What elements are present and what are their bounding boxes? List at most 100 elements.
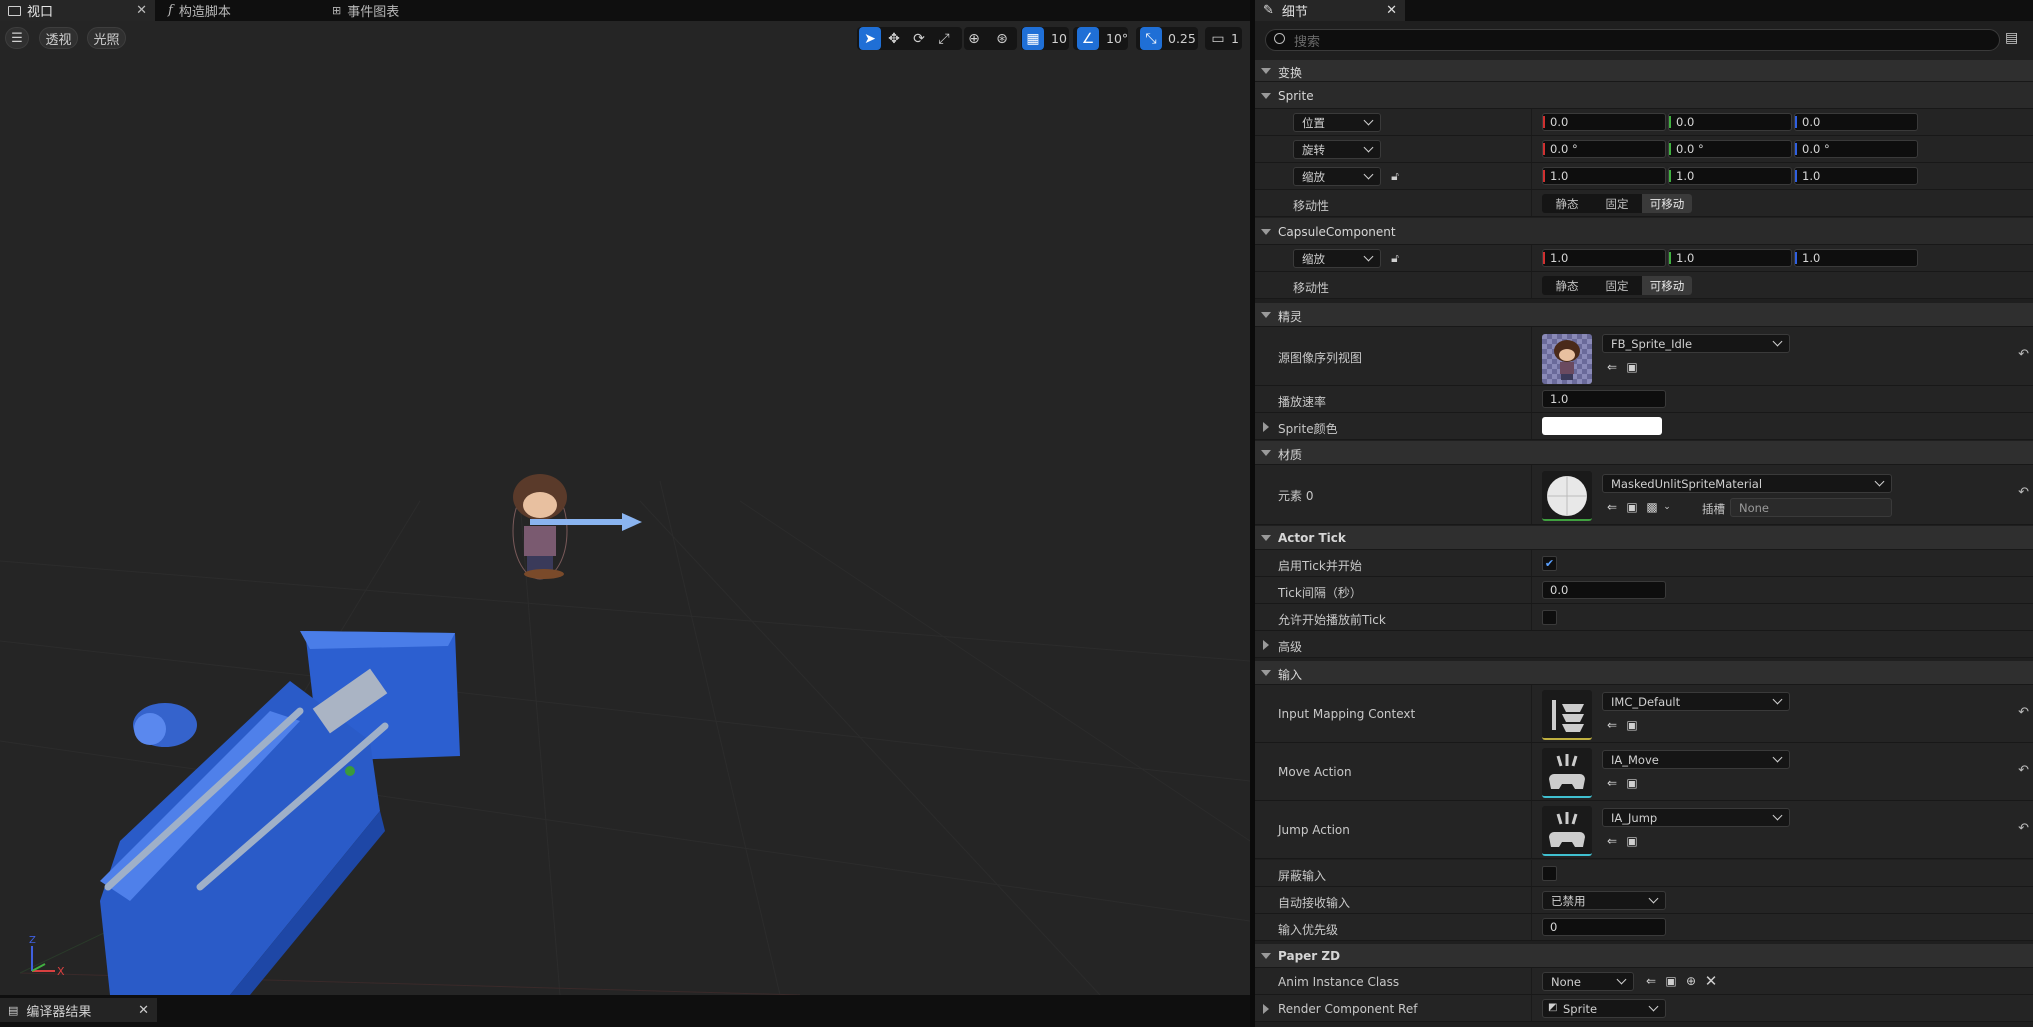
source-flipbook-dropdown[interactable]: FB_Sprite_Idle [1602, 334, 1790, 353]
use-selected-icon[interactable]: ⇐ [1605, 834, 1619, 848]
flipbook-thumbnail[interactable] [1542, 334, 1592, 384]
rotation-mode-dropdown[interactable]: 旋转 [1293, 140, 1381, 159]
use-selected-icon[interactable]: ⇐ [1605, 718, 1619, 732]
sprite-color-swatch[interactable] [1542, 417, 1662, 435]
checker-icon[interactable]: ▩ [1645, 500, 1659, 514]
capsule-scale-y-field[interactable]: 1.0 [1668, 249, 1792, 267]
location-y-field[interactable]: 0.0 [1668, 113, 1792, 131]
tab-compiler-results[interactable]: ▤ 编译器结果 ✕ [0, 998, 157, 1022]
section-sprite[interactable]: 精灵 [1255, 303, 2033, 327]
grid-snap-value[interactable]: 10 [1051, 27, 1067, 50]
capsule-mobility-static-option[interactable]: 静态 [1542, 276, 1592, 295]
browse-asset-icon[interactable]: ▣ [1625, 776, 1639, 790]
close-icon[interactable]: ✕ [1386, 3, 1397, 18]
scale-y-field[interactable]: 1.0 [1668, 167, 1792, 185]
rotation-x-field[interactable]: 0.0 ° [1542, 140, 1666, 158]
slot-field[interactable]: None [1730, 498, 1892, 517]
jump-action-dropdown[interactable]: IA_Jump [1602, 808, 1790, 827]
table-view-icon[interactable]: ▤ [2005, 30, 2018, 46]
lock-icon[interactable]: 🔓︎ [1388, 169, 1402, 183]
reset-to-default-icon[interactable]: ↶ [2018, 347, 2029, 362]
browse-asset-icon[interactable]: ▣ [1664, 974, 1678, 988]
rotation-snap-value[interactable]: 10° [1106, 27, 1128, 50]
tick-interval-field[interactable]: 0.0 [1542, 581, 1666, 599]
tab-construction-script[interactable]: f 构造脚本 [160, 0, 330, 21]
section-capsule[interactable]: CapsuleComponent [1255, 218, 2033, 245]
material-dropdown[interactable]: MaskedUnlitSpriteMaterial [1602, 474, 1892, 493]
close-icon[interactable]: ✕ [136, 3, 147, 18]
reset-to-default-icon[interactable]: ↶ [2018, 763, 2029, 778]
move-tool-icon[interactable]: ✥ [883, 27, 905, 50]
capsule-scale-x-field[interactable]: 1.0 [1542, 249, 1666, 267]
start-tick-checkbox[interactable]: ✔ [1542, 556, 1557, 571]
location-mode-dropdown[interactable]: 位置 [1293, 113, 1381, 132]
move-action-thumbnail[interactable] [1542, 748, 1592, 798]
move-action-dropdown[interactable]: IA_Move [1602, 750, 1790, 769]
section-sprite-transform[interactable]: Sprite [1255, 82, 2033, 109]
expand-icon[interactable] [1263, 422, 1269, 432]
reset-to-default-icon[interactable]: ↶ [2018, 821, 2029, 836]
rotation-y-field[interactable]: 0.0 ° [1668, 140, 1792, 158]
reset-to-default-icon[interactable]: ↶ [2018, 705, 2029, 720]
tab-event-graph[interactable]: ⊞ 事件图表 [324, 0, 464, 21]
anim-class-dropdown[interactable]: None [1542, 972, 1634, 991]
rotation-snap-icon[interactable]: ∠ [1077, 27, 1099, 50]
imc-dropdown[interactable]: IMC_Default [1602, 692, 1790, 711]
chevron-down-icon[interactable]: ⌄ [1660, 500, 1674, 514]
capsule-mobility-stationary-option[interactable]: 固定 [1592, 276, 1642, 295]
reset-to-default-icon[interactable]: ↶ [2018, 485, 2029, 500]
grid-snap-icon[interactable]: ▦ [1022, 27, 1044, 50]
section-material[interactable]: 材质 [1255, 441, 2033, 465]
browse-asset-icon[interactable]: ▣ [1625, 834, 1639, 848]
capsule-scale-mode-dropdown[interactable]: 缩放 [1293, 249, 1381, 268]
capsule-mobility-movable-option[interactable]: 可移动 [1642, 276, 1692, 295]
section-input[interactable]: 输入 [1255, 661, 2033, 685]
use-selected-icon[interactable]: ⇐ [1605, 360, 1619, 374]
block-input-checkbox[interactable] [1542, 866, 1557, 881]
camera-icon[interactable]: ▭ [1207, 27, 1229, 50]
browse-asset-icon[interactable]: ▣ [1625, 500, 1639, 514]
scale-z-field[interactable]: 1.0 [1794, 167, 1918, 185]
section-paper-zd[interactable]: Paper ZD [1255, 944, 2033, 968]
scale-snap-icon[interactable]: ⤡ [1140, 27, 1162, 50]
lighting-button[interactable]: 光照 [87, 27, 126, 49]
tick-before-play-checkbox[interactable] [1542, 610, 1557, 625]
use-selected-icon[interactable]: ⇐ [1605, 776, 1619, 790]
location-z-field[interactable]: 0.0 [1794, 113, 1918, 131]
browse-asset-icon[interactable]: ▣ [1625, 718, 1639, 732]
browse-asset-icon[interactable]: ▣ [1625, 360, 1639, 374]
tab-viewport[interactable]: 视口 ✕ [0, 0, 155, 21]
lock-icon[interactable]: 🔓︎ [1388, 251, 1402, 265]
camera-speed-value[interactable]: 1 [1231, 27, 1239, 50]
viewport[interactable]: X Z ☰ 透视 光照 ➤ ✥ ⟳ ⤢ ⊕ ⊛ ▦ 10 ∠ 10° ⤡ 0.2… [0, 21, 1250, 995]
capsule-scale-z-field[interactable]: 1.0 [1794, 249, 1918, 267]
scale-tool-icon[interactable]: ⤢ [933, 27, 955, 50]
use-selected-icon[interactable]: ⇐ [1605, 500, 1619, 514]
add-icon[interactable]: ⊕ [1684, 974, 1698, 988]
clear-icon[interactable]: ✕ [1704, 972, 1718, 990]
search-input[interactable]: 搜索 [1265, 29, 2000, 51]
material-thumbnail[interactable] [1542, 471, 1592, 521]
rotation-z-field[interactable]: 0.0 ° [1794, 140, 1918, 158]
scale-x-field[interactable]: 1.0 [1542, 167, 1666, 185]
mobility-stationary-option[interactable]: 固定 [1592, 194, 1642, 213]
row-advanced[interactable]: 高级 [1255, 631, 2033, 658]
section-actor-tick[interactable]: Actor Tick [1255, 526, 2033, 550]
select-tool-icon[interactable]: ➤ [859, 27, 881, 50]
scale-snap-value[interactable]: 0.25 [1168, 27, 1196, 50]
auto-receive-dropdown[interactable]: 已禁用 [1542, 891, 1666, 910]
location-x-field[interactable]: 0.0 [1542, 113, 1666, 131]
jump-action-thumbnail[interactable] [1542, 806, 1592, 856]
imc-thumbnail[interactable] [1542, 690, 1592, 740]
rotate-tool-icon[interactable]: ⟳ [908, 27, 930, 50]
input-priority-field[interactable]: 0 [1542, 918, 1666, 936]
surface-snap-icon[interactable]: ⊛ [991, 27, 1013, 50]
section-transform[interactable]: 变换 [1255, 60, 2033, 82]
tab-details[interactable]: ✎ 细节 ✕ [1255, 0, 1405, 21]
scale-mode-dropdown[interactable]: 缩放 [1293, 167, 1381, 186]
mobility-static-option[interactable]: 静态 [1542, 194, 1592, 213]
play-rate-field[interactable]: 1.0 [1542, 390, 1666, 408]
close-icon[interactable]: ✕ [138, 1003, 149, 1018]
view-mode-button[interactable]: 透视 [39, 27, 78, 49]
world-space-icon[interactable]: ⊕ [963, 27, 985, 50]
